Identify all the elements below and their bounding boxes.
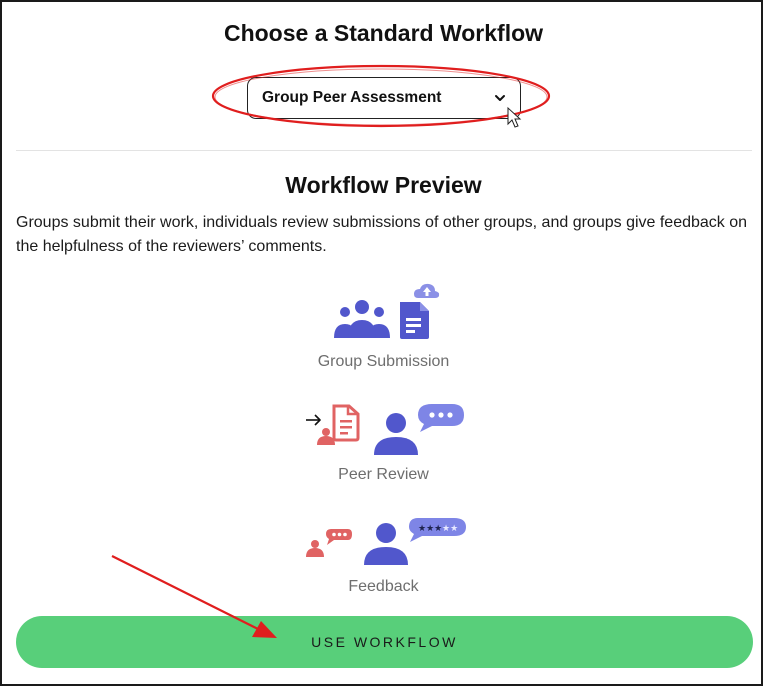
workflow-select-value: Group Peer Assessment	[262, 89, 442, 106]
feedback-icon: ★★★ ★★	[306, 518, 466, 565]
group-submission-icon	[334, 283, 440, 339]
step-label-feedback: Feedback	[348, 578, 419, 595]
svg-text:★★: ★★	[442, 524, 458, 534]
workflow-select[interactable]: Group Peer Assessment	[247, 77, 521, 119]
svg-text:★★★: ★★★	[418, 524, 442, 534]
use-workflow-button[interactable]: USE WORKFLOW	[16, 616, 753, 668]
dialog-title: Choose a Standard Workflow	[223, 20, 544, 46]
peer-review-icon	[306, 404, 464, 455]
workflow-description: Groups submit their work, individuals re…	[16, 214, 748, 255]
workflow-dialog: Choose a Standard Workflow Group Peer As…	[0, 0, 763, 686]
chevron-down-icon	[495, 95, 505, 101]
step-label-peer-review: Peer Review	[338, 466, 429, 483]
divider	[16, 150, 752, 151]
preview-title: Workflow Preview	[285, 172, 482, 198]
step-label-group-submission: Group Submission	[317, 353, 450, 370]
